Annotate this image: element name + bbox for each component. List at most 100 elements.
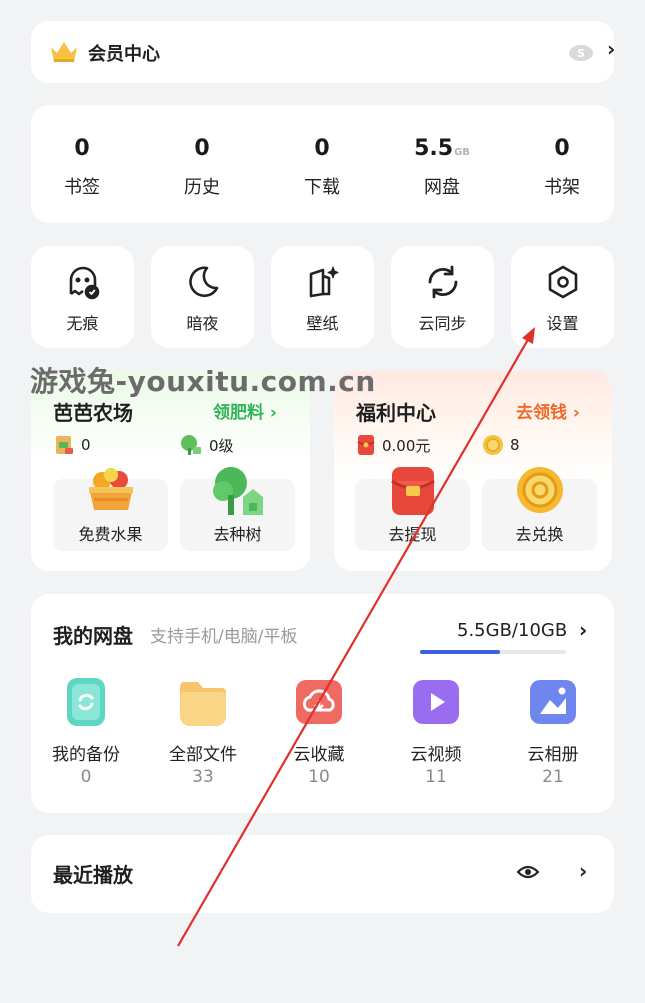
disk-item-count: 33 xyxy=(192,767,214,787)
disk-item-all-files[interactable]: 全部文件 33 xyxy=(153,678,253,798)
get-money-link[interactable]: 去领钱 › xyxy=(516,398,580,423)
tool-label: 设置 xyxy=(546,314,579,333)
tree-level-icon xyxy=(181,435,201,455)
member-center-bar[interactable]: 会员中心 S › xyxy=(31,21,615,83)
recent-play-bar[interactable]: 最近播放 › xyxy=(31,835,614,913)
coin-small-icon xyxy=(483,435,503,455)
disk-item-cloud-album[interactable]: 云相册 21 xyxy=(503,678,603,798)
netdisk-subtitle: 支持手机/电脑/平板 xyxy=(150,627,298,647)
disk-item-count: 21 xyxy=(542,767,564,787)
ghost-icon xyxy=(69,266,100,300)
stat-label: 书签 xyxy=(64,177,100,198)
fruit-basket-icon xyxy=(88,468,133,510)
disk-item-label: 全部文件 xyxy=(169,745,237,765)
stat-value: 0 xyxy=(74,136,90,161)
watermark-text: 游戏兔-youxitu.com.cn xyxy=(30,365,376,398)
chevron-right-icon[interactable]: › xyxy=(579,618,587,642)
tool-cloud-sync[interactable]: 云同步 xyxy=(391,246,494,348)
tool-wallpaper[interactable]: 壁纸 xyxy=(271,246,374,348)
gold-coin-icon xyxy=(516,467,563,513)
get-fertilizer-label: 领肥料 xyxy=(213,403,264,423)
baba-farm-card: 芭芭农场 领肥料 › 0 0级 免费水果 去种树 xyxy=(31,371,310,571)
eye-icon[interactable] xyxy=(517,863,539,881)
stat-netdisk[interactable]: 5.5GB 网盘 xyxy=(387,105,497,223)
stat-history[interactable]: 0 历史 xyxy=(147,105,257,223)
recent-play-title: 最近播放 xyxy=(53,863,133,887)
video-icon xyxy=(413,680,459,724)
chevron-right-icon[interactable]: › xyxy=(607,37,615,61)
stat-label: 下载 xyxy=(304,177,340,198)
disk-item-label: 云收藏 xyxy=(293,745,345,765)
stat-label: 书架 xyxy=(544,177,580,198)
get-fertilizer-link[interactable]: 领肥料 › xyxy=(213,398,277,423)
disk-item-backup[interactable]: 我的备份 0 xyxy=(36,678,136,798)
stats-card: 0 书签 0 历史 0 下载 5.5GB 网盘 0 书架 xyxy=(31,105,614,223)
withdraw-label: 去提现 xyxy=(388,525,437,544)
folder-icon xyxy=(180,682,226,726)
exchange-tile[interactable]: 去兑换 xyxy=(482,467,597,551)
exchange-label: 去兑换 xyxy=(515,525,564,544)
get-money-label: 去领钱 xyxy=(516,403,567,423)
stat-value: 0 xyxy=(314,136,330,161)
disk-item-count: 10 xyxy=(308,767,330,787)
svg-text:S: S xyxy=(577,47,585,60)
red-envelope-icon xyxy=(390,467,435,515)
tool-label: 云同步 xyxy=(418,314,467,333)
tool-label: 壁纸 xyxy=(306,314,339,333)
stat-bookmarks[interactable]: 0 书签 xyxy=(27,105,137,223)
fertilizer-bag-icon xyxy=(56,436,73,454)
farm-level: 0级 xyxy=(179,434,234,456)
tool-night-mode[interactable]: 暗夜 xyxy=(151,246,254,348)
free-fruit-tile[interactable]: 免费水果 xyxy=(53,468,168,551)
tool-settings[interactable]: 设置 xyxy=(511,246,614,348)
crown-icon xyxy=(51,42,77,62)
welfare-title: 福利中心 xyxy=(356,401,436,425)
my-netdisk-card: 我的网盘 支持手机/电脑/平板 5.5GB/10GB › 我的备份 0 全部文件… xyxy=(31,594,614,813)
disk-item-label: 我的备份 xyxy=(52,745,120,765)
tool-label: 无痕 xyxy=(66,314,99,333)
chevron-right-icon[interactable]: › xyxy=(579,859,587,883)
fertilizer-value: 0 xyxy=(81,436,91,454)
stat-unit: GB xyxy=(454,147,470,158)
tool-incognito[interactable]: 无痕 xyxy=(31,246,134,348)
coin-balance: 8 xyxy=(482,434,520,456)
backup-icon xyxy=(67,678,105,726)
fertilizer-count: 0 xyxy=(53,434,91,456)
album-icon xyxy=(530,680,576,724)
welfare-center-card: 福利中心 去领钱 › 0.00元 8 去提现 去兑换 xyxy=(334,371,612,571)
farm-level-value: 0级 xyxy=(209,436,234,455)
netdisk-title: 我的网盘 xyxy=(53,624,133,648)
s-badge-icon: S xyxy=(569,45,593,61)
netdisk-usage[interactable]: 5.5GB/10GB xyxy=(457,620,567,641)
withdraw-tile[interactable]: 去提现 xyxy=(355,467,470,551)
sync-icon xyxy=(428,265,458,299)
stat-label: 历史 xyxy=(184,177,220,198)
disk-item-label: 云相册 xyxy=(527,745,579,765)
moon-icon xyxy=(189,266,219,298)
tree-icon xyxy=(212,467,263,515)
plant-tree-label: 去种树 xyxy=(213,525,262,544)
storage-progress-bar xyxy=(420,650,566,654)
stat-downloads[interactable]: 0 下载 xyxy=(267,105,377,223)
stat-value: 0 xyxy=(194,136,210,161)
settings-hexagon-icon xyxy=(548,265,578,299)
disk-item-count: 0 xyxy=(80,767,92,787)
stat-bookshelf[interactable]: 0 书架 xyxy=(507,105,617,223)
plant-tree-tile[interactable]: 去种树 xyxy=(180,467,295,551)
red-envelope-small-icon xyxy=(357,435,375,455)
tool-label: 暗夜 xyxy=(186,314,219,333)
storage-progress-fill xyxy=(420,650,501,654)
stat-value: 0 xyxy=(554,136,570,161)
disk-item-cloud-collect[interactable]: 云收藏 10 xyxy=(269,678,369,798)
coin-value: 8 xyxy=(510,436,520,454)
member-center-label: 会员中心 xyxy=(88,44,160,65)
cash-balance: 0.00元 xyxy=(356,434,430,456)
disk-item-cloud-video[interactable]: 云视频 11 xyxy=(386,678,486,798)
stat-label: 网盘 xyxy=(424,177,460,198)
wallpaper-icon xyxy=(309,266,339,298)
disk-item-label: 云视频 xyxy=(410,745,462,765)
cash-value: 0.00元 xyxy=(382,436,431,455)
farm-title: 芭芭农场 xyxy=(53,401,133,425)
stat-value: 5.5 xyxy=(414,136,454,161)
cloud-collect-icon xyxy=(296,680,342,724)
